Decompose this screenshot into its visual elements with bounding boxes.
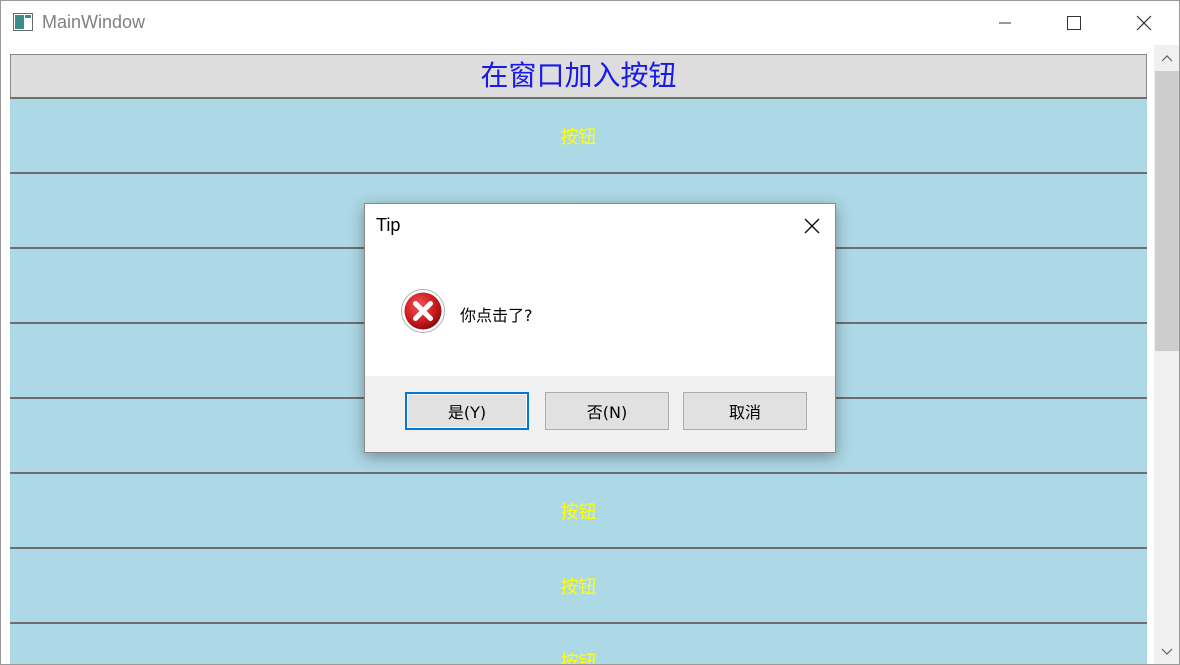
header-label: 在窗口加入按钮 <box>10 54 1147 98</box>
main-window: MainWindow 在窗口加入按钮 按钮 按钮 按钮 按钮 按钮 按钮 按钮 … <box>0 0 1180 665</box>
chevron-up-icon <box>1161 55 1173 62</box>
list-button-1[interactable]: 按钮 <box>10 97 1147 172</box>
close-icon <box>1136 15 1152 31</box>
maximize-button[interactable] <box>1051 1 1097 45</box>
list-button-6[interactable]: 按钮 <box>10 472 1147 547</box>
app-icon <box>13 13 33 31</box>
scroll-up-button[interactable] <box>1154 45 1179 71</box>
scroll-thumb[interactable] <box>1155 71 1179 351</box>
list-button-8[interactable]: 按钮 <box>10 622 1147 664</box>
dialog-title: Tip <box>376 215 401 235</box>
list-button-7[interactable]: 按钮 <box>10 547 1147 622</box>
cancel-button[interactable]: 取消 <box>683 392 807 430</box>
yes-button[interactable]: 是(Y) <box>405 392 529 430</box>
close-button[interactable] <box>1121 1 1167 45</box>
scroll-down-button[interactable] <box>1154 639 1179 664</box>
minimize-icon <box>999 22 1011 24</box>
title-bar[interactable]: MainWindow <box>1 1 1179 45</box>
maximize-icon <box>1067 16 1081 30</box>
dialog-message: 你点击了? <box>460 306 533 325</box>
dialog-button-bar: 是(Y) 否(N) 取消 <box>365 376 835 452</box>
no-button[interactable]: 否(N) <box>545 392 669 430</box>
error-icon <box>401 289 445 333</box>
dialog-close-button[interactable] <box>789 204 835 248</box>
window-title: MainWindow <box>42 12 146 32</box>
message-dialog: Tip 你点击了? 是(Y) 否(N) 取消 <box>364 203 836 453</box>
vertical-scrollbar[interactable] <box>1154 45 1179 664</box>
minimize-button[interactable] <box>982 1 1028 45</box>
chevron-down-icon <box>1161 648 1173 655</box>
close-icon <box>804 218 820 234</box>
